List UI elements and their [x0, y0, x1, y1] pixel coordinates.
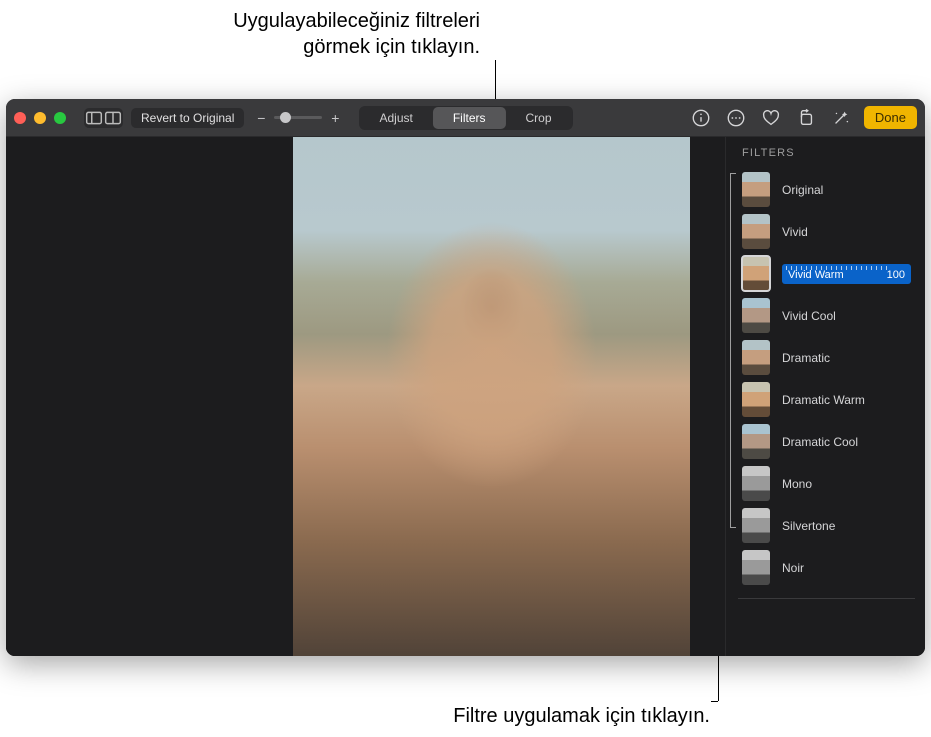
zoom-out-button[interactable]: − [252, 109, 270, 127]
tab-filters[interactable]: Filters [433, 107, 506, 129]
zoom-slider[interactable] [274, 116, 322, 119]
filter-thumbnail [742, 298, 770, 333]
filter-label: Vivid [782, 225, 911, 239]
filter-item-vivid-cool[interactable]: Vivid Cool [738, 295, 915, 336]
photo-canvas [6, 137, 725, 656]
sidebar-toggle-icon[interactable] [85, 109, 103, 127]
photo-preview[interactable] [293, 137, 690, 656]
filter-intensity-value: 100 [887, 267, 905, 281]
filter-label: Mono [782, 477, 911, 491]
list-bracket [730, 173, 736, 528]
filter-label: Original [782, 183, 911, 197]
filter-thumbnail [742, 466, 770, 501]
tab-crop[interactable]: Crop [506, 107, 572, 129]
more-icon[interactable] [724, 106, 748, 130]
filter-thumbnail [742, 424, 770, 459]
filter-intensity-slider[interactable]: Vivid Warm100 [782, 264, 911, 284]
zoom-in-button[interactable]: + [326, 109, 344, 127]
filters-title: FILTERS [738, 147, 915, 159]
favorite-icon[interactable] [759, 106, 783, 130]
callout-apply-filter: Filtre uygulamak için tıklayın. [430, 703, 710, 729]
filter-thumbnail [742, 550, 770, 585]
toolbar-right: Done [689, 106, 917, 130]
filter-item-silvertone[interactable]: Silvertone [738, 505, 915, 546]
filter-label: Silvertone [782, 519, 911, 533]
revert-to-original-button[interactable]: Revert to Original [131, 108, 244, 128]
filter-item-dramatic-warm[interactable]: Dramatic Warm [738, 379, 915, 420]
filter-label: Dramatic Warm [782, 393, 911, 407]
callout-line [711, 701, 718, 702]
zoom-thumb[interactable] [280, 112, 291, 123]
filter-item-dramatic-cool[interactable]: Dramatic Cool [738, 421, 915, 462]
zoom-control[interactable]: − + [252, 109, 344, 127]
photos-edit-window: Revert to Original − + Adjust Filters Cr… [6, 99, 925, 656]
close-window-button[interactable] [14, 112, 26, 124]
callout-filters-tab: Uygulayabileceğiniz filtreleri görmek iç… [170, 8, 480, 60]
info-icon[interactable] [689, 106, 713, 130]
window-controls [14, 112, 66, 124]
minimize-window-button[interactable] [34, 112, 46, 124]
filter-label: Noir [782, 561, 911, 575]
filter-thumbnail [742, 508, 770, 543]
filter-item-dramatic[interactable]: Dramatic [738, 337, 915, 378]
toolbar: Revert to Original − + Adjust Filters Cr… [6, 99, 925, 137]
filter-list: Original Vivid Vivid Warm100 Vivid Cool Dram… [738, 169, 915, 588]
filter-item-vivid[interactable]: Vivid [738, 211, 915, 252]
filter-item-vivid-warm[interactable]: Vivid Warm100 [738, 253, 915, 294]
filter-item-noir[interactable]: Noir [738, 547, 915, 588]
filter-label: Vivid Cool [782, 309, 911, 323]
view-switch[interactable] [84, 108, 123, 128]
sidebar-divider [738, 598, 915, 599]
filters-sidebar: FILTERS Original Vivid Vivid Warm100 Vivid … [725, 137, 925, 656]
callout-line [718, 655, 719, 701]
filter-label: Dramatic Cool [782, 435, 911, 449]
filter-thumbnail [742, 172, 770, 207]
filter-thumbnail [742, 382, 770, 417]
tab-adjust[interactable]: Adjust [359, 107, 432, 129]
filter-label: Dramatic [782, 351, 911, 365]
auto-enhance-icon[interactable] [829, 106, 853, 130]
split-view-icon[interactable] [104, 109, 122, 127]
filter-thumbnail [742, 256, 770, 291]
fullscreen-window-button[interactable] [54, 112, 66, 124]
rotate-icon[interactable] [794, 106, 818, 130]
filter-thumbnail [742, 340, 770, 375]
filter-item-original[interactable]: Original [738, 169, 915, 210]
filter-item-mono[interactable]: Mono [738, 463, 915, 504]
done-button[interactable]: Done [864, 106, 917, 129]
filter-thumbnail [742, 214, 770, 249]
content-area: FILTERS Original Vivid Vivid Warm100 Vivid … [6, 137, 925, 656]
edit-mode-tabs: Adjust Filters Crop [358, 106, 572, 130]
